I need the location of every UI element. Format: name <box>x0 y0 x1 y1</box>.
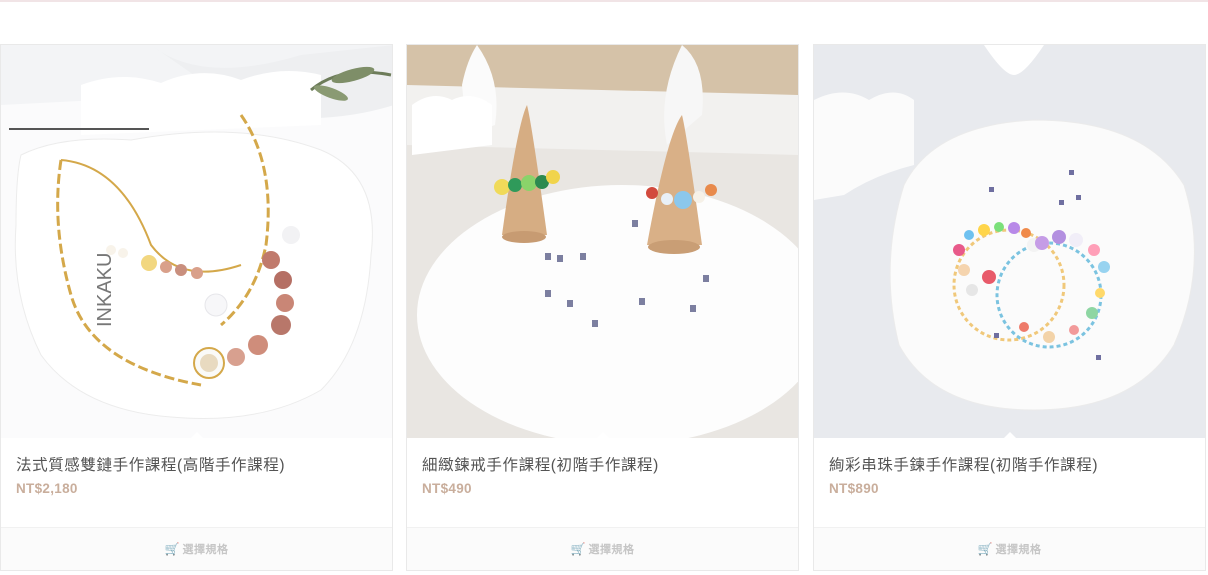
product-card[interactable]: 細緻鍊戒手作課程(初階手作課程) NT$490 🛒 選擇規格 <box>406 44 799 571</box>
product-image[interactable] <box>407 45 798 438</box>
product-title[interactable]: 絢彩串珠手鍊手作課程(初階手作課程) <box>829 453 1098 475</box>
select-spec-label: 選擇規格 <box>588 544 635 556</box>
cart-icon: 🛒 <box>164 542 180 556</box>
product-card[interactable]: 絢彩串珠手鍊手作課程(初階手作課程) NT$890 🛒 選擇規格 <box>813 44 1206 571</box>
photo-bead-rings <box>407 45 798 438</box>
product-price: NT$490 <box>422 481 472 496</box>
image-notch <box>1004 432 1016 438</box>
image-notch <box>597 432 609 438</box>
product-grid: INKAKU 法式質感雙鏈手作課程(高階手作課程) NT$2,180 🛒 選擇規… <box>0 44 1208 575</box>
product-image[interactable] <box>814 45 1205 438</box>
photo-bracelet-double-chain: INKAKU <box>1 45 392 438</box>
image-notch <box>191 432 203 438</box>
product-card[interactable]: INKAKU 法式質感雙鏈手作課程(高階手作課程) NT$2,180 🛒 選擇規… <box>0 44 393 571</box>
top-divider <box>0 0 1208 2</box>
product-title[interactable]: 細緻鍊戒手作課程(初階手作課程) <box>422 453 659 475</box>
select-spec-label: 選擇規格 <box>182 544 229 556</box>
select-spec-button[interactable]: 🛒 選擇規格 <box>407 527 798 570</box>
select-spec-label: 選擇規格 <box>995 544 1042 556</box>
cart-icon: 🛒 <box>977 542 993 556</box>
product-image[interactable]: INKAKU <box>1 45 392 438</box>
select-spec-button[interactable]: 🛒 選擇規格 <box>814 527 1205 570</box>
svg-text:INKAKU: INKAKU <box>94 253 116 327</box>
cart-icon: 🛒 <box>570 542 586 556</box>
photo-beaded-bracelets <box>814 45 1205 438</box>
select-spec-button[interactable]: 🛒 選擇規格 <box>1 527 392 570</box>
product-price: NT$890 <box>829 481 879 496</box>
product-title[interactable]: 法式質感雙鏈手作課程(高階手作課程) <box>16 453 285 475</box>
product-price: NT$2,180 <box>16 481 78 496</box>
